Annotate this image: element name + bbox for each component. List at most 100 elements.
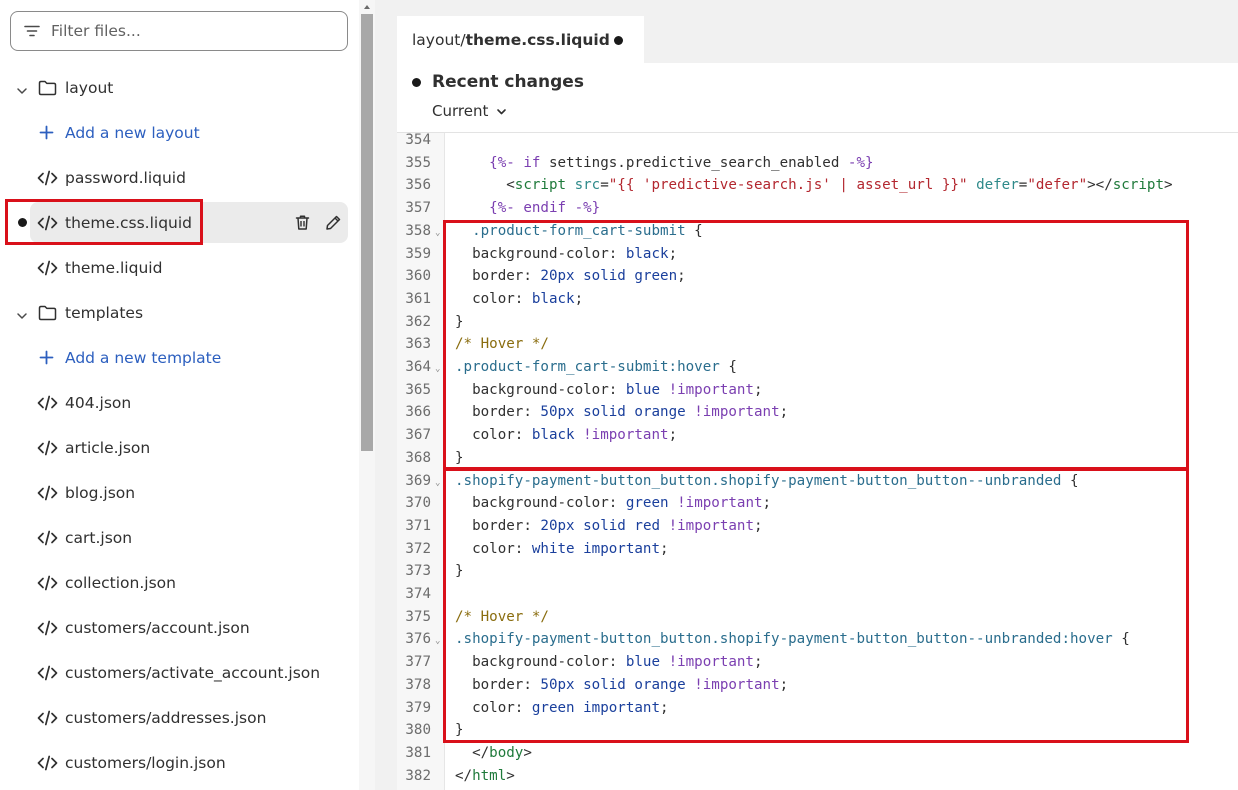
recent-changes-header: Recent changes — [412, 72, 584, 92]
code-file-icon — [37, 395, 58, 411]
fold-chevron-icon[interactable]: ⌄ — [435, 630, 440, 653]
file-item-customers-activate-account-json[interactable]: customers/activate_account.json — [0, 650, 360, 695]
file-label: customers/account.json — [65, 618, 250, 637]
filter-icon — [24, 25, 40, 37]
folder-icon — [38, 305, 57, 321]
file-item-article-json[interactable]: article.json — [0, 425, 360, 470]
fold-chevron-icon[interactable]: ⌄ — [435, 222, 440, 245]
file-label: collection.json — [65, 573, 176, 592]
version-select[interactable]: Current — [432, 102, 507, 120]
line-number: 369 — [405, 472, 431, 489]
file-item-customers-addresses-json[interactable]: customers/addresses.json — [0, 695, 360, 740]
file-item-collection-json[interactable]: collection.json — [0, 560, 360, 605]
file-label: password.liquid — [65, 168, 186, 187]
line-number: 356 — [405, 177, 431, 194]
file-label: customers/activate_account.json — [65, 663, 321, 682]
add-button-add-a-new-template[interactable]: Add a new template — [0, 335, 360, 380]
line-number: 374 — [405, 586, 431, 602]
line-number: 370 — [405, 495, 431, 512]
folder-layout[interactable]: layout — [0, 65, 360, 110]
delete-trash-icon[interactable] — [294, 214, 311, 231]
line-number: 364 — [405, 359, 431, 375]
rename-pencil-icon[interactable] — [325, 214, 342, 231]
file-item-password-liquid[interactable]: password.liquid — [0, 155, 360, 200]
line-number: 368 — [405, 449, 431, 466]
file-label: Add a new template — [65, 348, 222, 367]
tab-theme-css-liquid[interactable]: layout/theme.css.liquid — [397, 16, 644, 63]
version-select-label: Current — [432, 102, 489, 120]
code-line[interactable]: 355 {%- if settings.predictive_search_en… — [397, 152, 1238, 175]
line-number: 361 — [405, 290, 431, 307]
sidebar-scroll-thumb[interactable] — [361, 14, 373, 451]
file-label: article.json — [65, 438, 151, 457]
line-number: 375 — [405, 608, 431, 625]
line-number: 373 — [405, 563, 431, 580]
line-number: 363 — [405, 336, 431, 353]
line-number: 358 — [405, 222, 431, 239]
chevron-down-icon[interactable] — [16, 307, 28, 319]
code-file-icon — [37, 530, 58, 546]
code-line[interactable]: 382 </html> — [397, 765, 1238, 788]
file-item-cart-json[interactable]: cart.json — [0, 515, 360, 560]
code-line[interactable]: 381 </body> — [397, 742, 1238, 765]
code-line[interactable]: 356 <script src="{{ 'predictive-search.j… — [397, 174, 1238, 197]
file-label: customers/addresses.json — [65, 708, 267, 727]
file-item-customers-account-json[interactable]: customers/account.json — [0, 605, 360, 650]
code-file-icon — [37, 755, 58, 771]
code-text: {%- if settings.predictive_search_enable… — [489, 154, 874, 171]
code-file-icon — [37, 710, 58, 726]
folder-icon — [38, 80, 57, 96]
code-file-icon — [37, 440, 58, 456]
code-line[interactable]: 354 — [397, 129, 1238, 152]
scroll-up-arrow-icon[interactable] — [361, 2, 373, 12]
line-number: 365 — [405, 381, 431, 398]
fold-chevron-icon[interactable]: ⌄ — [435, 472, 440, 495]
code-file-icon — [37, 620, 58, 636]
file-label: 404.json — [65, 393, 132, 412]
file-item-blog-json[interactable]: blog.json — [0, 470, 360, 515]
add-button-add-a-new-layout[interactable]: Add a new layout — [0, 110, 360, 155]
line-number: 376 — [405, 631, 431, 648]
tab-title: layout/theme.css.liquid — [412, 30, 610, 49]
line-number: 377 — [405, 654, 431, 671]
code-text: {%- endif -%} — [489, 200, 601, 217]
code-file-icon — [37, 485, 58, 501]
code-file-icon — [37, 575, 58, 591]
file-label: layout — [65, 78, 114, 97]
chevron-down-icon[interactable] — [16, 82, 28, 94]
line-number: 362 — [405, 313, 431, 330]
line-number: 380 — [405, 722, 431, 739]
code-text: </body> — [455, 744, 532, 761]
filter-files-field[interactable] — [10, 11, 348, 51]
chevron-down-icon — [497, 108, 507, 114]
recent-changes-title: Recent changes — [432, 72, 584, 92]
file-actions — [294, 214, 342, 231]
folder-templates[interactable]: templates — [0, 290, 360, 335]
file-item-theme-liquid[interactable]: theme.liquid — [0, 245, 360, 290]
file-label: templates — [65, 303, 144, 322]
code-line[interactable]: 357 {%- endif -%} — [397, 197, 1238, 220]
line-number: 378 — [405, 676, 431, 693]
code-file-icon — [37, 665, 58, 681]
line-number: 355 — [405, 154, 431, 171]
line-number: 372 — [405, 540, 431, 557]
file-item-customers-login-json[interactable]: customers/login.json — [0, 740, 360, 785]
line-number: 359 — [405, 245, 431, 262]
plus-icon — [39, 125, 54, 140]
file-item-404-json[interactable]: 404.json — [0, 380, 360, 425]
fold-chevron-icon[interactable]: ⌄ — [435, 358, 440, 381]
code-file-icon — [37, 170, 58, 186]
filter-files-input[interactable] — [51, 22, 331, 40]
line-number: 371 — [405, 517, 431, 534]
line-number: 367 — [405, 427, 431, 444]
highlight-box-active-file — [5, 199, 203, 245]
code-text: </html> — [455, 767, 515, 784]
file-label: blog.json — [65, 483, 136, 502]
file-label: Add a new layout — [65, 123, 200, 142]
file-label: theme.liquid — [65, 258, 163, 277]
unsaved-dot-icon — [412, 77, 421, 87]
plus-icon — [39, 350, 54, 365]
line-number: 366 — [405, 404, 431, 421]
file-label: cart.json — [65, 528, 133, 547]
highlight-box-product-form-css — [443, 220, 1189, 470]
